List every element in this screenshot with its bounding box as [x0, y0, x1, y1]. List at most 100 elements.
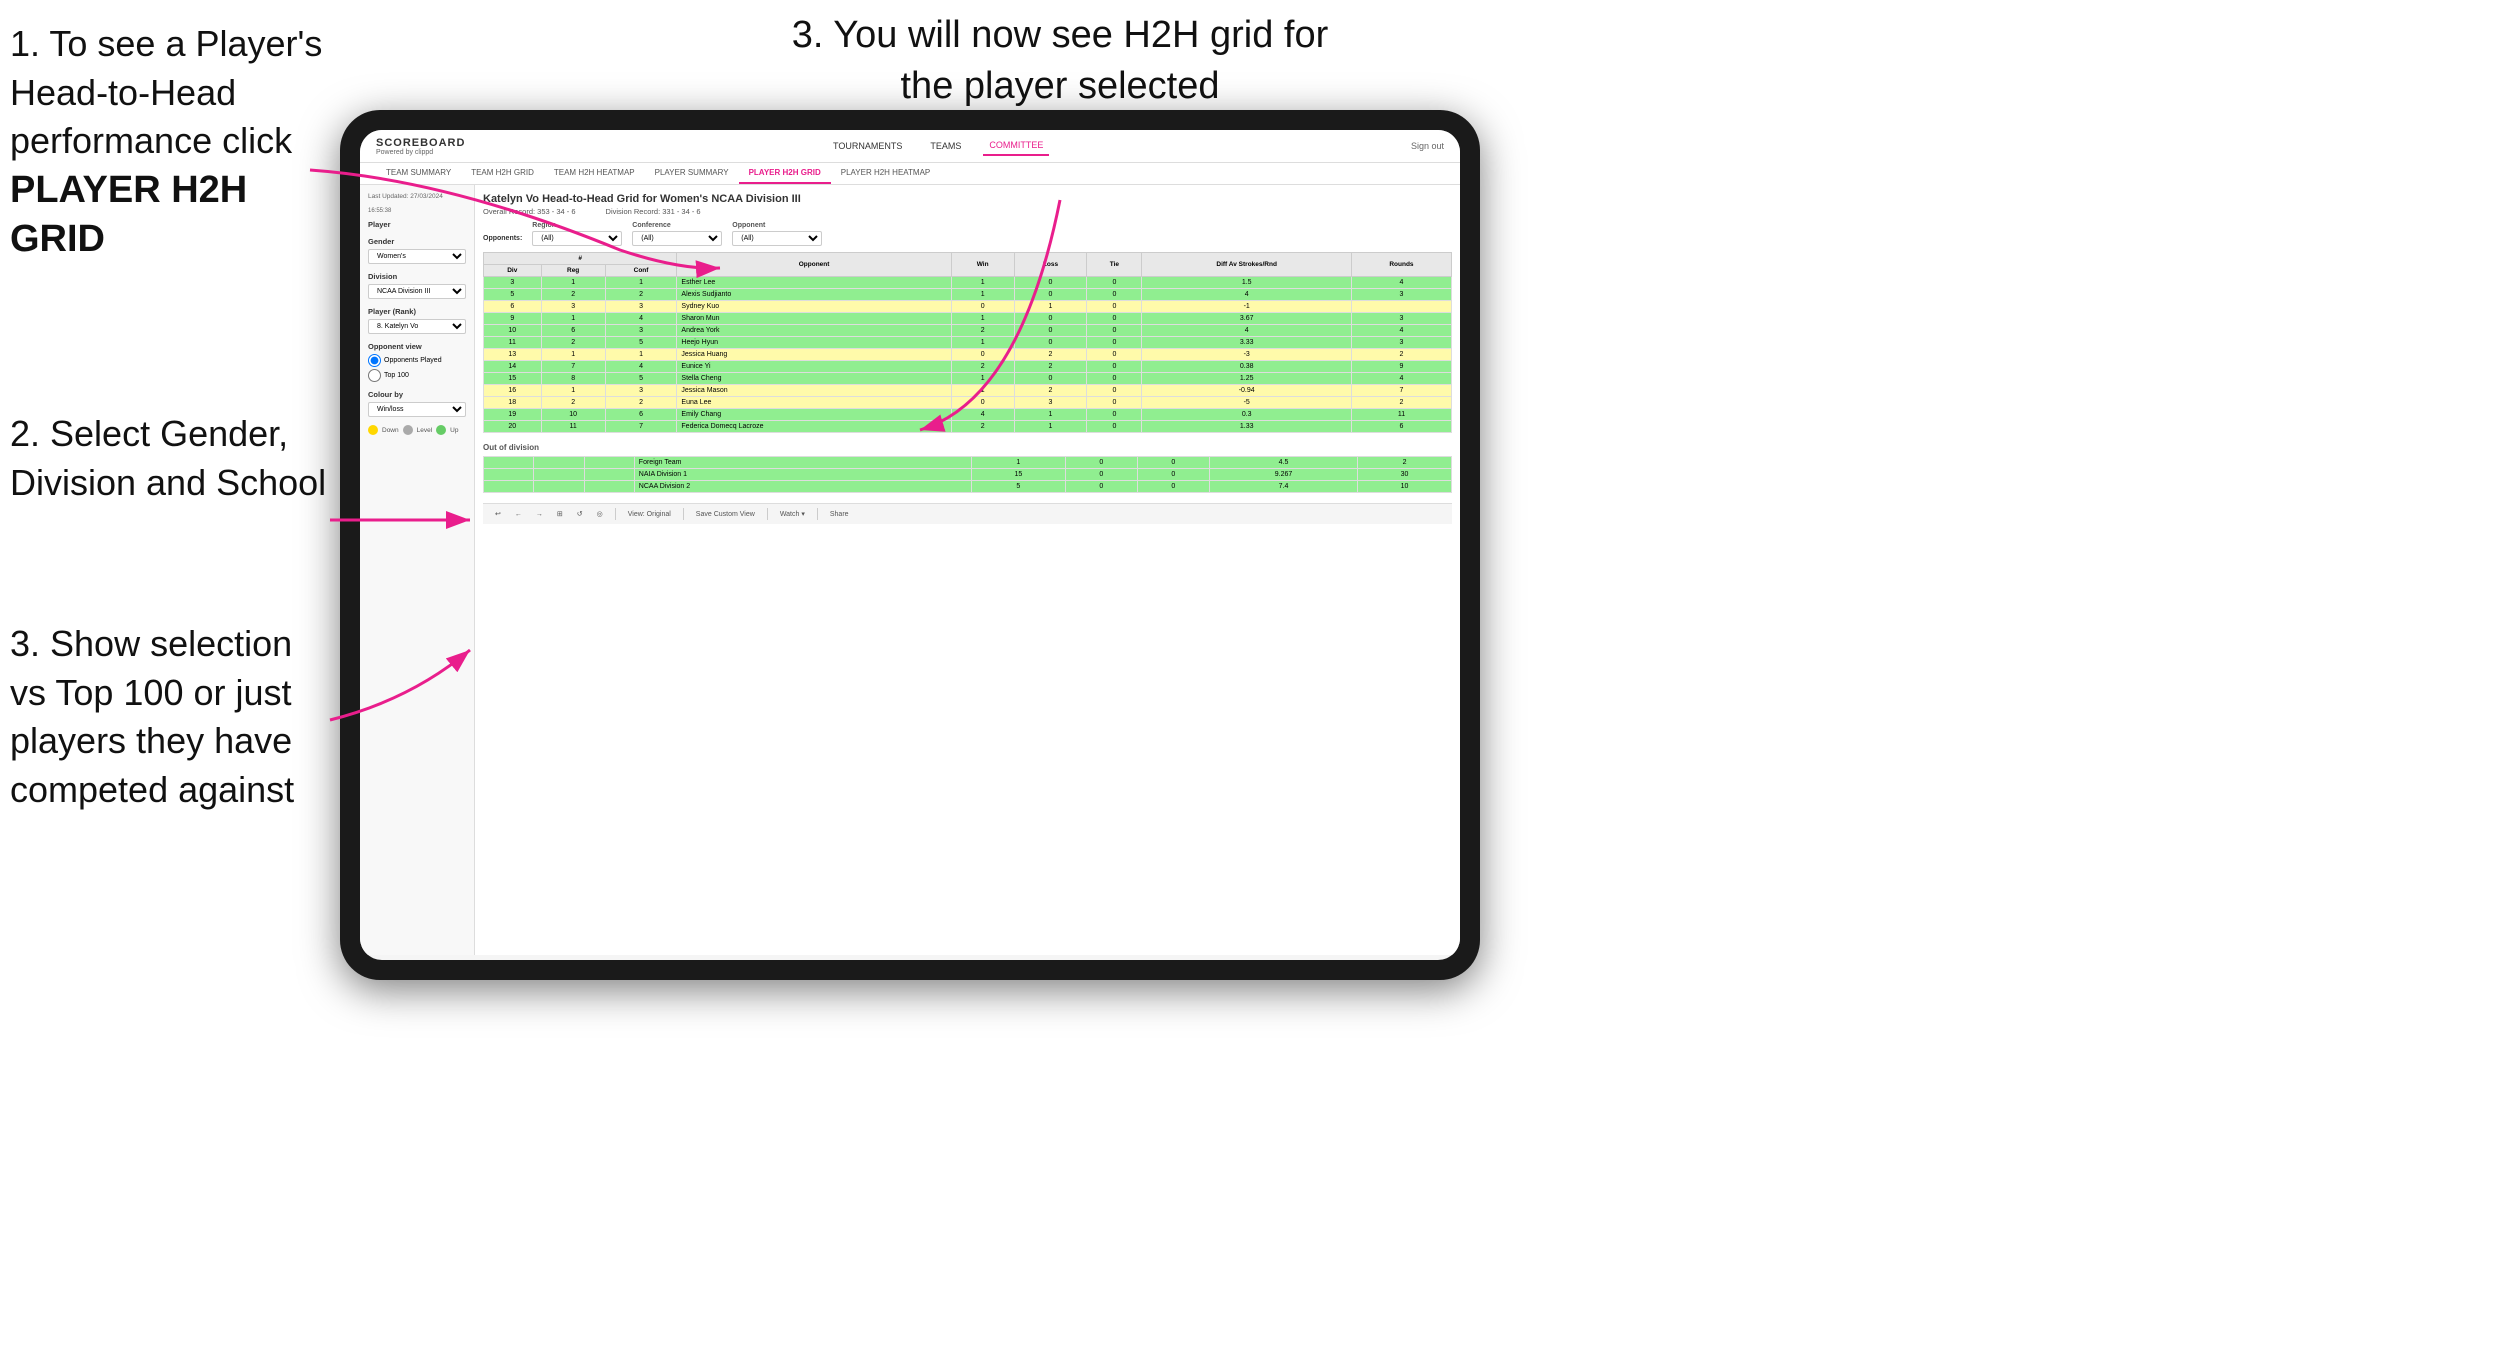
instruction-1-bold: PLAYER H2H GRID — [10, 169, 247, 260]
table-cell: 0.3 — [1142, 409, 1352, 421]
filter-opponents: Opponents: — [483, 235, 522, 246]
table-cell: 6 — [1351, 421, 1451, 433]
ood-row: NAIA Division 115009.26730 — [484, 469, 1452, 481]
out-of-division-label: Out of division — [483, 443, 1452, 452]
ood-cell: 0 — [1065, 469, 1137, 481]
header-conf: Conf — [605, 265, 677, 277]
ood-cell — [484, 457, 534, 469]
records-row: Overall Record: 353 - 34 - 6 Division Re… — [483, 207, 1452, 216]
table-row: 1822Euna Lee030-52 — [484, 397, 1452, 409]
nav-tournaments[interactable]: TOURNAMENTS — [827, 137, 908, 155]
table-cell: 3.67 — [1142, 313, 1352, 325]
player-rank-select[interactable]: 8. Katelyn Vo — [368, 319, 466, 334]
table-cell: 4 — [1351, 325, 1451, 337]
share-btn[interactable]: Share — [826, 510, 853, 519]
table-cell: 7 — [605, 421, 677, 433]
table-cell: Emily Chang — [677, 409, 951, 421]
watch-btn[interactable]: Watch ▾ — [776, 509, 809, 519]
table-cell: 0 — [1087, 277, 1142, 289]
nav-committee[interactable]: COMMITTEE — [983, 136, 1049, 156]
colour-by-select[interactable]: Win/loss — [368, 402, 466, 417]
table-row: 1613Jessica Mason120-0.947 — [484, 385, 1452, 397]
logo-text: SCOREBOARD — [376, 137, 465, 149]
table-cell: -1 — [1142, 301, 1352, 313]
table-cell: 3 — [605, 301, 677, 313]
table-cell: 1 — [951, 373, 1014, 385]
instruction-3-left: 3. Show selection vs Top 100 or just pla… — [10, 620, 330, 814]
view-original-btn[interactable]: View: Original — [624, 510, 675, 519]
table-cell: 1 — [541, 313, 605, 325]
table-cell: 2 — [1014, 361, 1087, 373]
instruction-1-text: 1. To see a Player's Head-to-Head perfor… — [10, 20, 340, 166]
ood-cell — [534, 469, 584, 481]
table-cell — [1351, 301, 1451, 313]
table-cell: 15 — [484, 373, 542, 385]
table-cell: Federica Domecq Lacroze — [677, 421, 951, 433]
ood-cell: 4.5 — [1209, 457, 1357, 469]
player-label: Player — [368, 220, 466, 229]
ood-cell: NCAA Division 2 — [634, 481, 971, 493]
table-cell: 6 — [541, 325, 605, 337]
colour-by-label: Colour by — [368, 390, 466, 399]
table-cell: 0 — [1014, 373, 1087, 385]
sub-nav: TEAM SUMMARY TEAM H2H GRID TEAM H2H HEAT… — [360, 163, 1460, 185]
sign-out[interactable]: Sign out — [1411, 141, 1444, 151]
bottom-toolbar: ↩ ← → ⊞ ↺ ◎ View: Original Save Custom V… — [483, 503, 1452, 524]
table-cell: Jessica Huang — [677, 349, 951, 361]
down-label: Down — [382, 427, 399, 434]
header-reg: Reg — [541, 265, 605, 277]
header-div: Div — [484, 265, 542, 277]
conference-select[interactable]: (All) — [632, 231, 722, 246]
table-row: 522Alexis Sudjianto10043 — [484, 289, 1452, 301]
ood-cell — [584, 469, 634, 481]
table-cell: 1.5 — [1142, 277, 1352, 289]
circle-btn[interactable]: ◎ — [593, 509, 607, 519]
save-custom-btn[interactable]: Save Custom View — [692, 510, 759, 519]
table-row: 311Esther Lee1001.54 — [484, 277, 1452, 289]
sub-player-h2h-grid[interactable]: PLAYER H2H GRID — [739, 163, 831, 184]
grid-btn[interactable]: ⊞ — [553, 509, 567, 519]
table-cell: 1 — [541, 385, 605, 397]
table-cell: 0 — [951, 301, 1014, 313]
table-cell: Heejo Hyun — [677, 337, 951, 349]
division-select[interactable]: NCAA Division III — [368, 284, 466, 299]
header-opponent: Opponent — [677, 253, 951, 277]
back-btn[interactable]: ← — [511, 510, 526, 519]
sub-team-h2h-grid[interactable]: TEAM H2H GRID — [461, 163, 544, 184]
region-select[interactable]: (All) — [532, 231, 622, 246]
table-cell: 14 — [484, 361, 542, 373]
refresh-btn[interactable]: ↺ — [573, 509, 587, 519]
header-rank: # — [484, 253, 677, 265]
gender-section: Gender Women's — [368, 237, 466, 264]
ood-cell: 9.267 — [1209, 469, 1357, 481]
gender-label: Gender — [368, 237, 466, 246]
undo-btn[interactable]: ↩ — [491, 509, 505, 519]
nav-teams[interactable]: TEAMS — [924, 137, 967, 155]
instruction-3-left-text: 3. Show selection vs Top 100 or just pla… — [10, 620, 330, 814]
sub-team-summary[interactable]: TEAM SUMMARY — [376, 163, 461, 184]
gender-select[interactable]: Women's — [368, 249, 466, 264]
table-cell: 2 — [605, 397, 677, 409]
table-cell: 10 — [541, 409, 605, 421]
table-cell: Sydney Kuo — [677, 301, 951, 313]
radio-opponents-played[interactable]: Opponents Played — [368, 354, 466, 367]
opponent-select[interactable]: (All) — [732, 231, 822, 246]
sub-team-h2h-heatmap[interactable]: TEAM H2H HEATMAP — [544, 163, 645, 184]
table-cell: -0.94 — [1142, 385, 1352, 397]
sub-player-h2h-heatmap[interactable]: PLAYER H2H HEATMAP — [831, 163, 941, 184]
table-cell: Alexis Sudjianto — [677, 289, 951, 301]
instruction-1: 1. To see a Player's Head-to-Head perfor… — [10, 20, 340, 265]
ood-cell — [584, 481, 634, 493]
radio-top100[interactable]: Top 100 — [368, 369, 466, 382]
filter-region: Region (All) — [532, 222, 622, 246]
instruction-2-text: 2. Select Gender, Division and School — [10, 410, 330, 507]
table-cell: 3 — [605, 385, 677, 397]
table-cell: 1 — [541, 277, 605, 289]
forward-btn[interactable]: → — [532, 510, 547, 519]
ood-cell: NAIA Division 1 — [634, 469, 971, 481]
table-row: 1585Stella Cheng1001.254 — [484, 373, 1452, 385]
filters-row: Opponents: Region (All) Conference (All) — [483, 222, 1452, 246]
sub-player-summary[interactable]: PLAYER SUMMARY — [645, 163, 739, 184]
table-cell: 3 — [1351, 337, 1451, 349]
down-dot — [368, 425, 378, 435]
